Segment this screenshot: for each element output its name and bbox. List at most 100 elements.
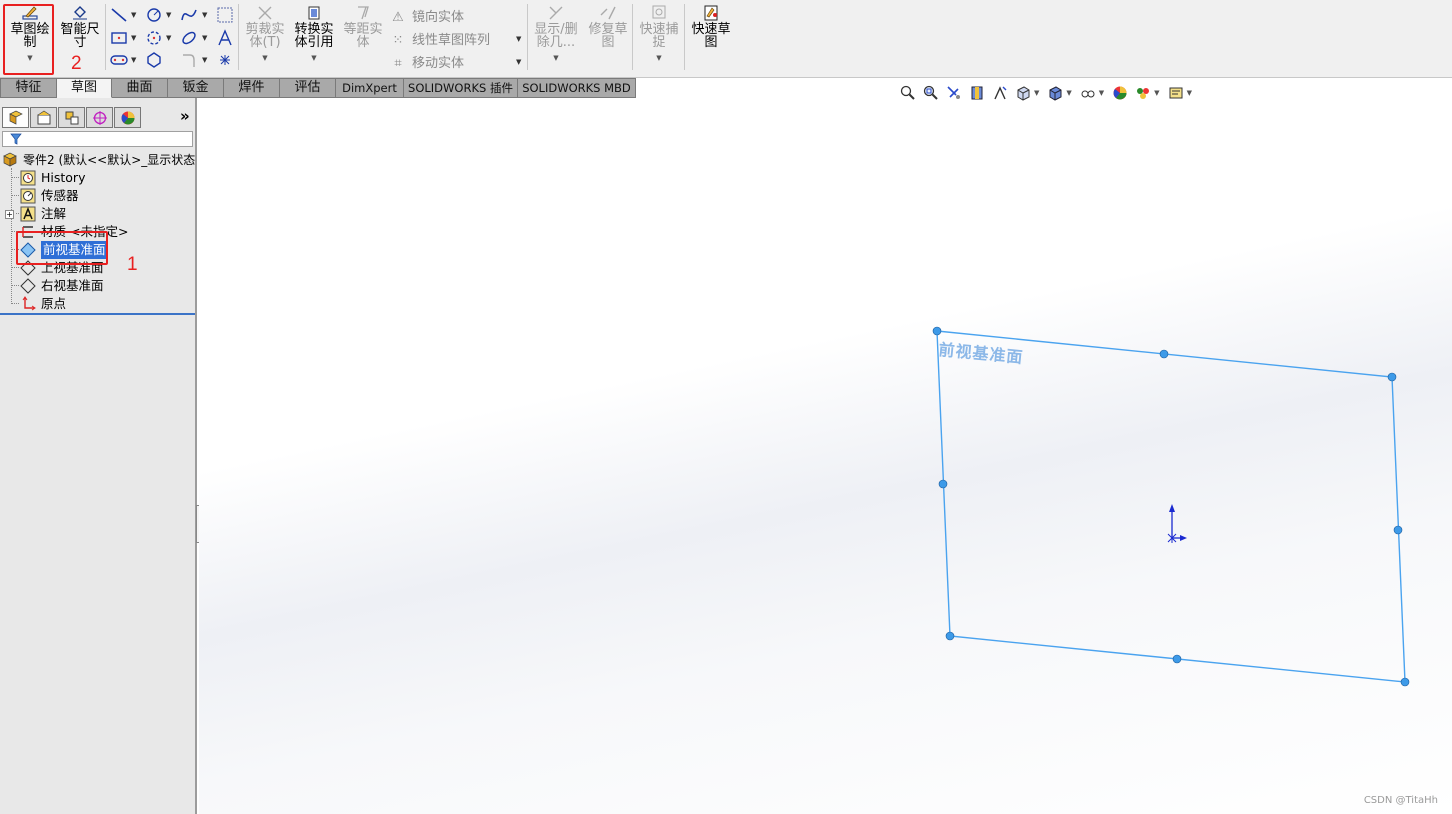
feature-manager-tab[interactable] — [2, 107, 29, 128]
plane-handle[interactable] — [1159, 349, 1169, 359]
expand-plus-icon[interactable]: + — [5, 209, 14, 219]
chevron-down-icon[interactable]: ▼ — [131, 56, 136, 64]
ribbon-separator — [632, 4, 633, 70]
plane-outline[interactable] — [936, 330, 1406, 683]
plane-handle[interactable] — [1387, 372, 1397, 382]
chevron-down-icon[interactable]: ▼ — [1187, 89, 1192, 97]
tree-item-sensors[interactable]: 传感器 — [20, 187, 79, 205]
rapid-sketch-button[interactable]: 快速草 图 — [688, 5, 734, 49]
move-icon: ⌗ — [394, 56, 402, 71]
origin-icon — [20, 296, 36, 312]
fillet-icon[interactable] — [180, 51, 198, 69]
sketch-text-icon[interactable] — [216, 29, 234, 47]
chevron-down-icon[interactable]: ▼ — [516, 35, 521, 43]
quick-snaps-button[interactable]: 快速捕 捉 ▼ — [636, 5, 682, 65]
chevron-down-icon[interactable]: ▼ — [291, 52, 337, 65]
display-delete-relations-button[interactable]: 显示/删 除几... ▼ — [532, 5, 580, 65]
chevron-down-icon[interactable]: ▼ — [242, 52, 288, 65]
chevron-down-icon[interactable]: ▼ — [202, 11, 207, 19]
tab-features[interactable]: 特征 — [0, 78, 57, 98]
tab-surfaces[interactable]: 曲面 — [112, 78, 168, 98]
property-manager-icon — [37, 110, 50, 124]
linear-pattern-button[interactable]: ⁙ 线性草图阵列 — [390, 29, 490, 48]
plane-handle[interactable] — [938, 479, 948, 489]
convert-entities-button[interactable]: 转换实 体引用 ▼ — [291, 5, 337, 65]
tree-root-part[interactable]: 零件2 (默认<<默认>_显示状态 — [2, 151, 195, 169]
trim-entities-button[interactable]: 剪裁实 体(T) ▼ — [242, 5, 288, 65]
tree-item-annotations[interactable]: + 注解 — [5, 205, 66, 223]
rapid-sketch-icon — [704, 5, 718, 21]
line-icon[interactable] — [110, 6, 128, 24]
tab-weldments[interactable]: 焊件 — [224, 78, 280, 98]
mirror-entities-button[interactable]: ⚠ 镜向实体 — [390, 6, 464, 25]
dimxpert-icon — [92, 110, 107, 125]
chevron-down-icon[interactable]: ▼ — [131, 11, 136, 19]
plane-handle[interactable] — [1400, 677, 1410, 687]
chevron-down-icon[interactable]: ▼ — [1154, 89, 1159, 97]
dimxpert-manager-tab[interactable] — [86, 107, 113, 128]
plane-handle[interactable] — [1393, 525, 1403, 535]
tab-sheet-metal[interactable]: 钣金 — [168, 78, 224, 98]
command-manager-ribbon: 草图绘 制 ▼ 智能尺 寸 ▼ ▼ ▼ ▼ ▼ ▼ ▼ ▼ 剪裁实 体(T) ▼… — [0, 0, 1452, 78]
filter-icon — [10, 133, 22, 145]
configuration-manager-tab[interactable] — [58, 107, 85, 128]
front-plane-preview[interactable] — [199, 98, 1452, 814]
smart-dimension-button[interactable]: 智能尺 寸 — [56, 5, 104, 49]
plane-handle[interactable] — [932, 326, 942, 336]
chevron-down-icon[interactable]: ▼ — [516, 58, 521, 66]
plane-handle[interactable] — [1172, 654, 1182, 664]
step-number-1: 1 — [127, 254, 138, 275]
tab-solidworks-addins[interactable]: SOLIDWORKS 插件 — [404, 78, 518, 98]
circle-icon[interactable] — [145, 6, 163, 24]
tree-item-origin[interactable]: 原点 — [20, 295, 66, 313]
chevron-down-icon[interactable]: ▼ — [131, 34, 136, 42]
sensor-icon — [20, 188, 36, 204]
spline-icon[interactable] — [180, 6, 198, 24]
offset-entities-button[interactable]: 等距实 体 — [340, 5, 386, 49]
arc-icon[interactable] — [145, 29, 163, 47]
tree-connector — [11, 168, 12, 304]
chevron-down-icon[interactable]: ▼ — [1066, 89, 1071, 97]
part-icon — [2, 152, 18, 168]
highlight-box-sketch — [3, 4, 54, 75]
display-manager-tab[interactable] — [114, 107, 141, 128]
tree-rollback-bar[interactable] — [0, 313, 195, 315]
snap-icon — [652, 5, 666, 19]
tab-solidworks-mbd[interactable]: SOLIDWORKS MBD — [518, 78, 636, 98]
tree-connector — [11, 177, 19, 178]
plane-handle[interactable] — [945, 631, 955, 641]
highlight-box-front-plane — [16, 231, 108, 265]
rectangle-icon[interactable] — [110, 29, 128, 47]
tab-dimxpert[interactable]: DimXpert — [336, 78, 404, 98]
text-grid-icon[interactable] — [216, 6, 234, 24]
tree-item-history[interactable]: History — [20, 169, 85, 187]
slot-icon[interactable] — [110, 51, 128, 69]
plane-icon — [20, 278, 36, 294]
move-entities-button[interactable]: ⌗ 移动实体 — [390, 52, 464, 71]
chevron-down-icon[interactable]: ▼ — [1034, 89, 1039, 97]
tab-sketch[interactable]: 草图 — [57, 78, 112, 98]
panel-more-button[interactable]: » — [180, 107, 190, 125]
chevron-down-icon[interactable]: ▼ — [166, 11, 171, 19]
chevron-down-icon[interactable]: ▼ — [532, 52, 580, 65]
smart-dimension-icon — [73, 6, 87, 20]
point-icon[interactable] — [216, 51, 234, 69]
chevron-down-icon[interactable]: ▼ — [202, 56, 207, 64]
configuration-icon — [65, 111, 78, 124]
tree-item-right-plane[interactable]: 右视基准面 — [20, 277, 104, 295]
ellipse-icon[interactable] — [180, 29, 198, 47]
graphics-area[interactable]: ▼ ▼ ▼ ▼ ▼ 前视基准面 CSDN @TitaHh — [199, 85, 1452, 814]
mirror-icon: ⚠ — [392, 10, 404, 25]
property-manager-tab[interactable] — [30, 107, 57, 128]
tree-connector — [11, 195, 19, 196]
chevron-down-icon[interactable]: ▼ — [1099, 89, 1104, 97]
repair-sketch-button[interactable]: 修复草 图 — [585, 5, 631, 49]
chevron-down-icon[interactable]: ▼ — [166, 34, 171, 42]
relations-icon — [549, 6, 563, 20]
chevron-down-icon[interactable]: ▼ — [636, 52, 682, 65]
ribbon-separator — [684, 4, 685, 70]
tree-filter-input[interactable] — [2, 131, 193, 147]
polygon-icon[interactable] — [145, 51, 163, 69]
tab-evaluate[interactable]: 评估 — [280, 78, 336, 98]
chevron-down-icon[interactable]: ▼ — [202, 34, 207, 42]
